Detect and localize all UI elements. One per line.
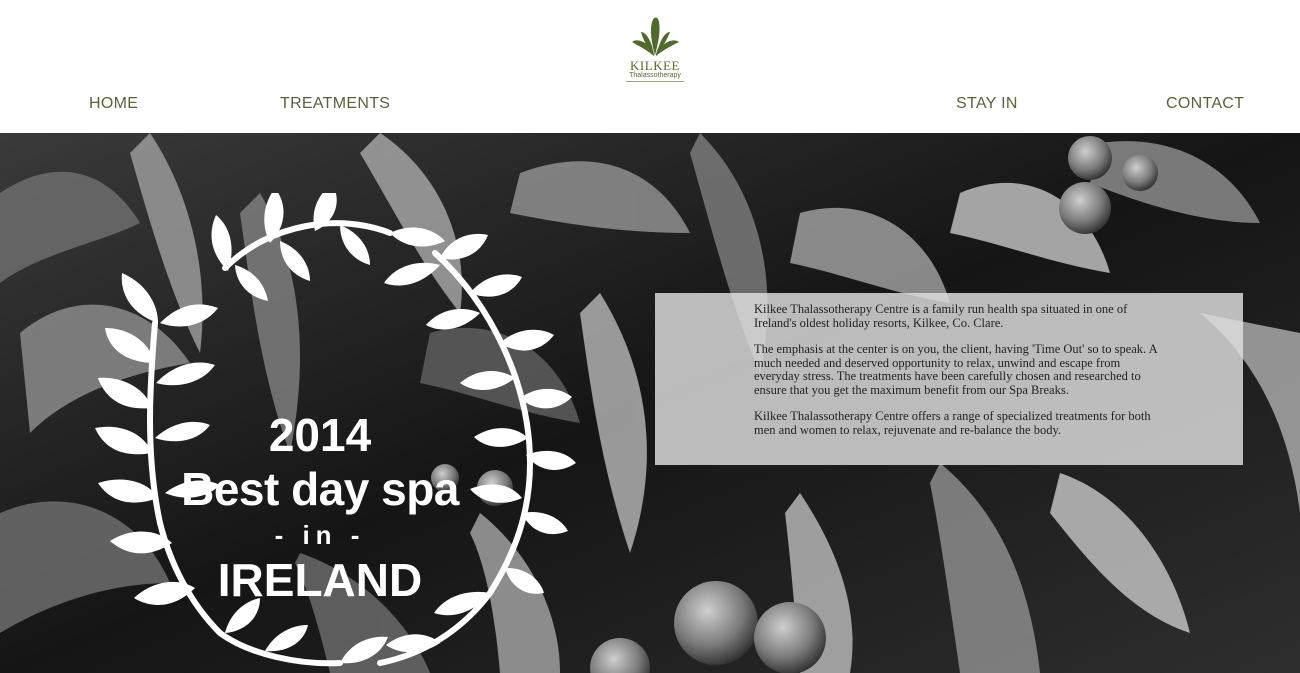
intro-paragraph-2: The emphasis at the center is on you, th… xyxy=(754,342,1157,397)
intro-text-panel: Kilkee Thalassotherapy Centre is a famil… xyxy=(655,293,1243,465)
award-in: - in - xyxy=(274,520,366,550)
site-header: KILKEE Thalassotherapy HOME TREATMENTS S… xyxy=(0,0,1300,133)
nav-contact[interactable]: CONTACT xyxy=(1166,95,1244,113)
hero-banner: 2014 Best day spa - in - IRELAND Kilkee … xyxy=(0,133,1300,673)
award-title: Best day spa xyxy=(181,463,459,515)
award-badge: 2014 Best day spa - in - IRELAND xyxy=(60,193,580,673)
nav-stay-in[interactable]: STAY IN xyxy=(956,95,1018,113)
nav-treatments[interactable]: TREATMENTS xyxy=(280,95,390,113)
seaweed-plant-icon xyxy=(632,17,679,56)
brand-name: KILKEE xyxy=(630,58,680,73)
award-country: IRELAND xyxy=(217,554,423,606)
intro-paragraph-3: Kilkee Thalassotherapy Centre offers a r… xyxy=(754,409,1151,437)
brand-logo[interactable]: KILKEE Thalassotherapy xyxy=(620,12,690,92)
intro-paragraph-1: Kilkee Thalassotherapy Centre is a famil… xyxy=(754,302,1128,330)
brand-subtitle: Thalassotherapy xyxy=(626,72,684,82)
award-year: 2014 xyxy=(268,409,372,461)
nav-home[interactable]: HOME xyxy=(89,95,138,113)
award-text: 2014 Best day spa - in - IRELAND xyxy=(170,408,470,606)
